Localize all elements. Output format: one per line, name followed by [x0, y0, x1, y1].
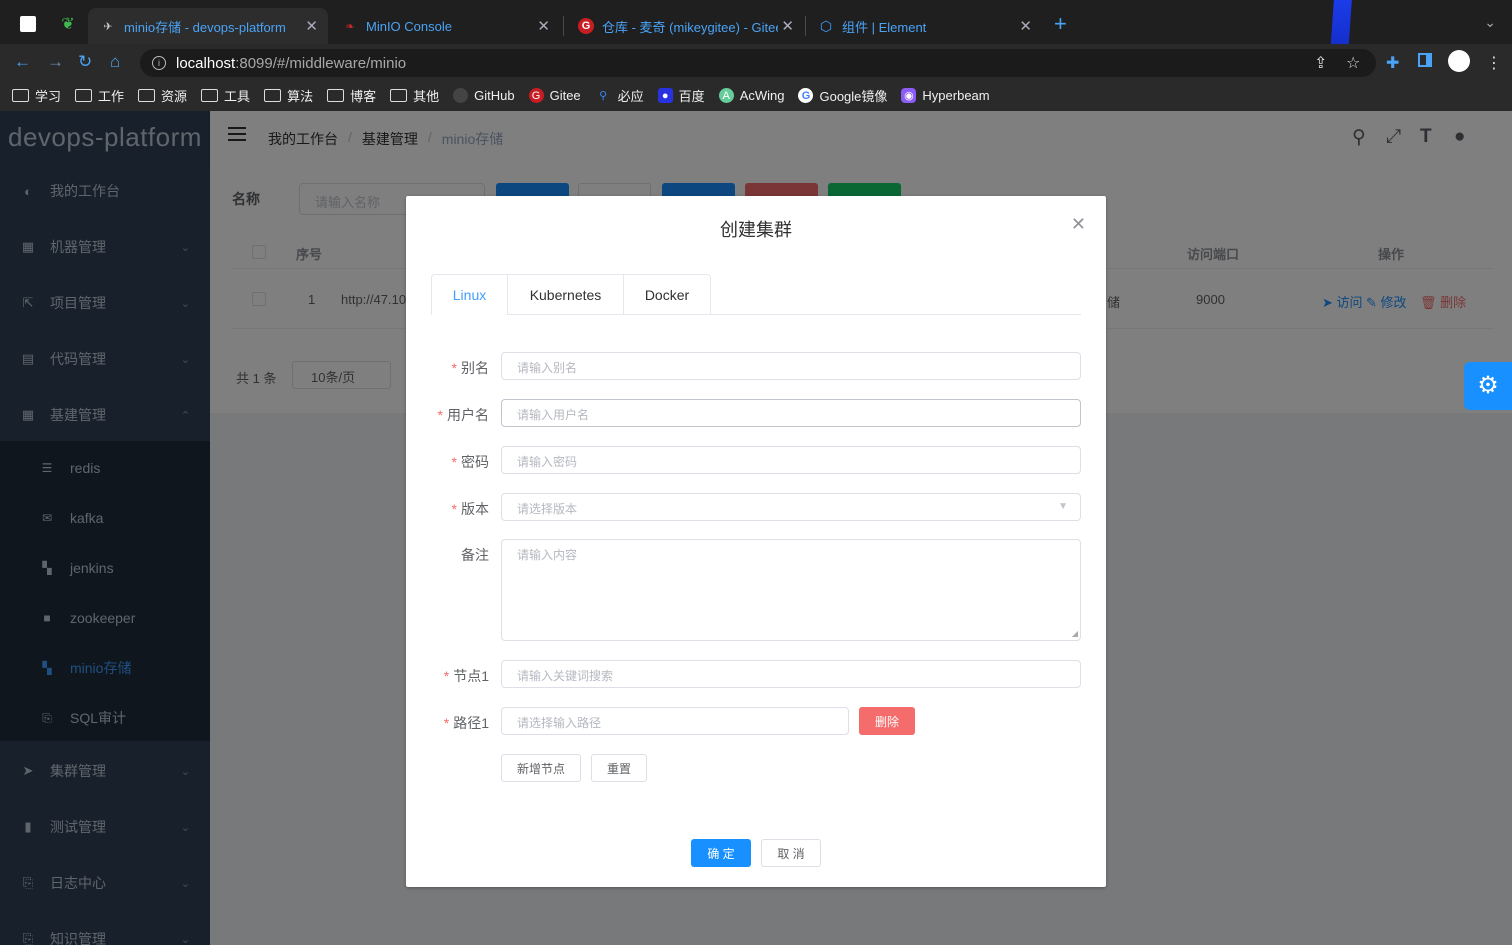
- url-path: :8099/#/middleware/minio: [235, 54, 407, 72]
- resize-handle-icon[interactable]: ◢: [1072, 629, 1078, 638]
- extensions-puzzle-icon[interactable]: ✚: [1386, 53, 1399, 73]
- bookmark-baidu[interactable]: ● 百度: [657, 86, 705, 105]
- tab-element[interactable]: ⬡ 组件 | Element ✕: [806, 8, 1042, 44]
- tab-title: 组件 | Element: [842, 19, 927, 35]
- url-field[interactable]: i localhost:8099/#/middleware/minio: [140, 49, 1376, 77]
- tab-kubernetes[interactable]: Kubernetes: [507, 274, 624, 315]
- acwing-icon: A: [718, 88, 734, 103]
- bookmark-bing[interactable]: ⚲ 必应: [595, 86, 644, 105]
- profile-avatar-icon[interactable]: [1448, 50, 1470, 72]
- confirm-button[interactable]: 确 定: [691, 839, 751, 867]
- bookmark-folder-resources[interactable]: 资源: [138, 86, 187, 105]
- forward-arrow-icon[interactable]: →: [47, 52, 64, 72]
- leaf-icon: ❦: [61, 16, 75, 33]
- chevron-down-icon: ▼: [1058, 501, 1068, 512]
- pinned-tab-minio[interactable]: [14, 10, 42, 38]
- password-label: * 密码: [451, 454, 489, 470]
- tab-title: MinIO Console: [366, 18, 452, 34]
- username-input[interactable]: 请输入用户名: [501, 399, 1081, 427]
- cancel-button[interactable]: 取 消: [761, 839, 821, 867]
- sidebar-toggle-icon[interactable]: [1418, 53, 1432, 67]
- google-icon: G: [798, 88, 814, 103]
- url-host: localhost: [176, 54, 236, 72]
- minio-favicon-icon: [20, 16, 36, 32]
- folder-icon: [201, 89, 219, 102]
- tab-minio-console[interactable]: ❧ MinIO Console ✕: [330, 8, 560, 44]
- bookmark-folder-blog[interactable]: 博客: [327, 86, 376, 105]
- node1-label: * 节点1: [443, 668, 489, 684]
- settings-button[interactable]: ⚙: [1464, 362, 1512, 410]
- folder-icon: [75, 89, 93, 102]
- gitee-icon: G: [528, 88, 544, 103]
- bookmarks-bar: 学习 工作 资源 工具 算法 博客 其他 GitHub G Gitee ⚲ 必应 ●…: [0, 80, 1512, 111]
- bookmark-google-mirror[interactable]: G Google镜像: [798, 86, 887, 105]
- tab-title: minio存储 - devops-platform: [124, 19, 286, 35]
- remark-label: 备注: [461, 547, 489, 563]
- bookmark-hyperbeam[interactable]: ◉ Hyperbeam: [901, 88, 990, 103]
- github-icon: [453, 88, 469, 103]
- bookmark-folder-other[interactable]: 其他: [390, 86, 439, 105]
- create-cluster-dialog: 创建集群 ✕ Linux Kubernetes Docker * 别名 请输入别名…: [406, 196, 1106, 887]
- version-select[interactable]: 请选择版本 ▼: [501, 493, 1081, 521]
- back-arrow-icon[interactable]: ←: [14, 52, 31, 72]
- alias-input[interactable]: 请输入别名: [501, 352, 1081, 380]
- home-icon[interactable]: ⌂: [110, 52, 120, 72]
- tab-devops-platform[interactable]: ✈ minio存储 - devops-platform ✕: [88, 8, 328, 44]
- browser-tab-bar: ❦ ✈ minio存储 - devops-platform ✕ ❧ MinIO …: [0, 0, 1512, 110]
- remark-textarea[interactable]: 请输入内容 ◢: [501, 539, 1081, 641]
- bookmark-github[interactable]: GitHub: [453, 88, 515, 103]
- hyperbeam-icon: ◉: [901, 88, 917, 103]
- bookmark-folder-study[interactable]: 学习: [12, 86, 61, 105]
- folder-icon: [138, 89, 156, 102]
- folder-icon: [327, 89, 345, 102]
- tab-title: 仓库 - 麦奇 (mikeygitee) - Gitee: [602, 19, 778, 35]
- tab-docker[interactable]: Docker: [623, 274, 711, 315]
- username-label: * 用户名: [437, 407, 489, 423]
- bookmark-folder-tools[interactable]: 工具: [201, 86, 250, 105]
- bookmark-star-icon[interactable]: ☆: [1346, 53, 1360, 73]
- reset-nodes-button[interactable]: 重置: [591, 754, 647, 782]
- add-node-button[interactable]: 新增节点: [501, 754, 581, 782]
- path1-label: * 路径1: [443, 715, 489, 731]
- delete-node-button[interactable]: 删除: [859, 707, 915, 735]
- kebab-menu-icon[interactable]: ⋮: [1486, 53, 1502, 73]
- bookmark-gitee[interactable]: G Gitee: [528, 88, 581, 103]
- folder-icon: [12, 89, 29, 102]
- path1-input[interactable]: 请选择输入路径: [501, 707, 849, 735]
- bookmark-folder-algorithms[interactable]: 算法: [264, 86, 313, 105]
- tab-gitee[interactable]: G 仓库 - 麦奇 (mikeygitee) - Gitee ✕: [566, 8, 804, 44]
- close-icon[interactable]: ✕: [781, 17, 794, 35]
- close-icon[interactable]: ✕: [1071, 214, 1086, 235]
- element-hexagon-icon: ⬡: [819, 17, 833, 34]
- folder-icon: [390, 89, 408, 102]
- bookmark-acwing[interactable]: A AcWing: [718, 88, 784, 103]
- alias-label: * 别名: [451, 360, 489, 376]
- close-icon[interactable]: ✕: [1019, 17, 1032, 35]
- folder-icon: [264, 89, 282, 102]
- minio-flamingo-icon: ❧: [345, 20, 355, 33]
- search-icon: ⚲: [599, 90, 608, 102]
- share-icon[interactable]: ⇪: [1314, 53, 1327, 73]
- node1-input[interactable]: 请输入关键词搜索: [501, 660, 1081, 688]
- baidu-paw-icon: ●: [657, 88, 673, 103]
- version-label: * 版本: [451, 501, 489, 517]
- cluster-type-tabs: Linux Kubernetes Docker: [431, 274, 1081, 315]
- rocket-icon: ✈: [103, 20, 113, 33]
- info-icon[interactable]: i: [152, 56, 166, 70]
- address-bar-row: ← → ↻ ⌂ i localhost:8099/#/middleware/mi…: [0, 44, 1512, 80]
- password-input[interactable]: 请输入密码: [501, 446, 1081, 474]
- reload-icon[interactable]: ↻: [78, 52, 92, 72]
- bookmark-folder-work[interactable]: 工作: [75, 86, 124, 105]
- gitee-icon: G: [578, 18, 594, 34]
- pinned-tab-leaf[interactable]: ❦: [54, 10, 82, 38]
- new-tab-icon[interactable]: +: [1054, 13, 1067, 35]
- dialog-title: 创建集群: [720, 220, 792, 240]
- tab-linux[interactable]: Linux: [431, 274, 508, 315]
- close-icon[interactable]: ✕: [305, 17, 318, 35]
- tab-search-chevron-icon[interactable]: ⌄: [1484, 14, 1496, 31]
- gear-icon: ⚙: [1477, 372, 1499, 399]
- close-icon[interactable]: ✕: [537, 17, 550, 35]
